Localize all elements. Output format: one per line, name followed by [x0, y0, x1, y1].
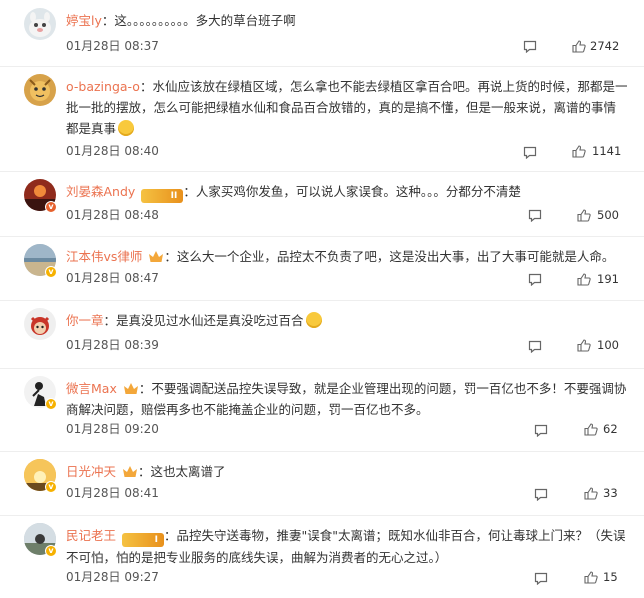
- verified-badge-icon: v: [45, 481, 57, 493]
- like-count: 191: [597, 272, 619, 286]
- like-count: 500: [597, 208, 619, 222]
- username-link[interactable]: 你一章: [66, 313, 104, 328]
- comment-timestamp: 01月28日 09:20: [66, 422, 159, 436]
- comment-item: 婷宝ly：这。。。。。。。。。。多大的草台班子啊 01月28日 08:37 27…: [0, 0, 644, 67]
- like-icon[interactable]: [577, 339, 591, 352]
- comment-text: o-bazinga-o：水仙应该放在绿植区域，怎么拿也不能去绿植区拿百合吧。再说…: [66, 76, 628, 139]
- verified-badge-icon: v: [45, 201, 57, 213]
- comment-text: 民记老王 I ：品控失守送毒物，推妻"误食"太离谱；既知水仙非百合，何让毒球上门来？…: [66, 525, 628, 568]
- reply-icon[interactable]: [534, 488, 548, 501]
- smirk-emoji-icon: [305, 312, 322, 328]
- like-count: 100: [597, 338, 619, 352]
- reply-icon[interactable]: [528, 340, 542, 353]
- comment-content: ：不要强调配送品控失误导致，就是企业管理出现的问题，罚一百亿也不多！不要强调协商…: [66, 381, 627, 417]
- comment-text: 婷宝ly：这。。。。。。。。。。多大的草台班子啊: [66, 10, 628, 31]
- crown-badge-icon: [123, 466, 138, 477]
- reply-icon[interactable]: [523, 40, 537, 53]
- comment-timestamp: 01月28日 08:37: [66, 39, 159, 53]
- comment-content: ：这么大一个企业，品控太不负责了吧，这是没出大事，出了大事可能就是人命。: [164, 249, 615, 264]
- comment-item: 你一章：是真没见过水仙还是真没吃过百合 01月28日 08:39 100: [0, 300, 644, 369]
- grin-emoji-icon: [118, 120, 135, 136]
- username-link[interactable]: 江本伟vs律师: [66, 249, 142, 264]
- comment-list: 婷宝ly：这。。。。。。。。。。多大的草台班子啊 01月28日 08:37 27…: [0, 0, 644, 598]
- username-link[interactable]: 婷宝ly: [66, 13, 102, 28]
- comment-item: v 微言Max ：不要强调配送品控失误导致，就是企业管理出现的问题，罚一百亿也不多…: [0, 368, 644, 452]
- like-count: 2742: [590, 39, 620, 53]
- username-link[interactable]: 日光冲天: [66, 464, 116, 479]
- like-icon[interactable]: [577, 209, 591, 222]
- like-icon[interactable]: [584, 571, 598, 584]
- avatar[interactable]: [24, 308, 56, 340]
- comment-content: ：这也太离谱了: [138, 464, 226, 479]
- comment-item: v 刘晏森Andy II ：人家买鸡你发鱼，可以说人家误食。这种。。。分都分不清楚 …: [0, 171, 644, 237]
- username-link[interactable]: 微言Max: [66, 381, 117, 396]
- like-icon[interactable]: [572, 145, 586, 158]
- crown-badge-icon: [149, 251, 164, 262]
- comment-timestamp: 01月28日 08:40: [66, 144, 159, 158]
- comment-timestamp: 01月28日 08:39: [66, 338, 159, 352]
- comment-text: 你一章：是真没见过水仙还是真没吃过百合: [66, 310, 628, 331]
- like-icon[interactable]: [577, 273, 591, 286]
- member-level-badge-icon: I: [122, 533, 165, 547]
- like-icon[interactable]: [584, 487, 598, 500]
- comment-text: 微言Max ：不要强调配送品控失误导致，就是企业管理出现的问题，罚一百亿也不多！不…: [66, 378, 628, 420]
- reply-icon[interactable]: [534, 572, 548, 585]
- verified-badge-icon: v: [45, 398, 57, 410]
- like-icon[interactable]: [584, 423, 598, 436]
- comment-text: 刘晏森Andy II ：人家买鸡你发鱼，可以说人家误食。这种。。。分都分不清楚: [66, 181, 628, 203]
- comment-timestamp: 01月28日 08:47: [66, 271, 159, 285]
- comment-content: ：这。。。。。。。。。。多大的草台班子啊: [101, 13, 296, 28]
- reply-icon[interactable]: [534, 424, 548, 437]
- comment-item: v 日光冲天 ：这也太离谱了 01月28日 08:41 33: [0, 451, 644, 516]
- username-link[interactable]: 刘晏森Andy: [66, 184, 135, 199]
- username-link[interactable]: o-bazinga-o: [66, 79, 140, 94]
- comment-content: ：人家买鸡你发鱼，可以说人家误食。这种。。。分都分不清楚: [183, 184, 521, 199]
- comment-item: o-bazinga-o：水仙应该放在绿植区域，怎么拿也不能去绿植区拿百合吧。再说…: [0, 66, 644, 172]
- comment-item: v 江本伟vs律师 ：这么大一个企业，品控太不负责了吧，这是没出大事，出了大事可能…: [0, 236, 644, 301]
- member-level-badge-icon: II: [141, 189, 184, 203]
- username-link[interactable]: 民记老王: [66, 528, 116, 543]
- avatar[interactable]: [24, 8, 56, 40]
- like-count: 1141: [592, 144, 622, 158]
- comment-item: v 民记老王 I ：品控失守送毒物，推妻"误食"太离谱；既知水仙非百合，何让毒球上门…: [0, 515, 644, 598]
- like-count: 33: [603, 486, 618, 500]
- comment-content: ：水仙应该放在绿植区域，怎么拿也不能去绿植区拿百合吧。再说上货的时候，那都是一批…: [66, 79, 628, 136]
- verified-badge-icon: v: [45, 266, 57, 278]
- like-count: 62: [603, 422, 618, 436]
- crown-badge-icon: [123, 383, 138, 394]
- reply-icon[interactable]: [528, 209, 542, 222]
- comment-text: 江本伟vs律师 ：这么大一个企业，品控太不负责了吧，这是没出大事，出了大事可能就是…: [66, 246, 628, 267]
- reply-icon[interactable]: [523, 146, 537, 159]
- reply-icon[interactable]: [528, 273, 542, 286]
- avatar[interactable]: [24, 74, 56, 106]
- comment-timestamp: 01月28日 08:41: [66, 486, 159, 500]
- like-icon[interactable]: [572, 40, 586, 53]
- comment-text: 日光冲天 ：这也太离谱了: [66, 461, 628, 482]
- comment-timestamp: 01月28日 09:27: [66, 570, 159, 584]
- verified-badge-icon: v: [45, 545, 57, 557]
- like-count: 15: [603, 570, 618, 584]
- comment-timestamp: 01月28日 08:48: [66, 208, 159, 222]
- comment-content: ：是真没见过水仙还是真没吃过百合: [103, 313, 304, 328]
